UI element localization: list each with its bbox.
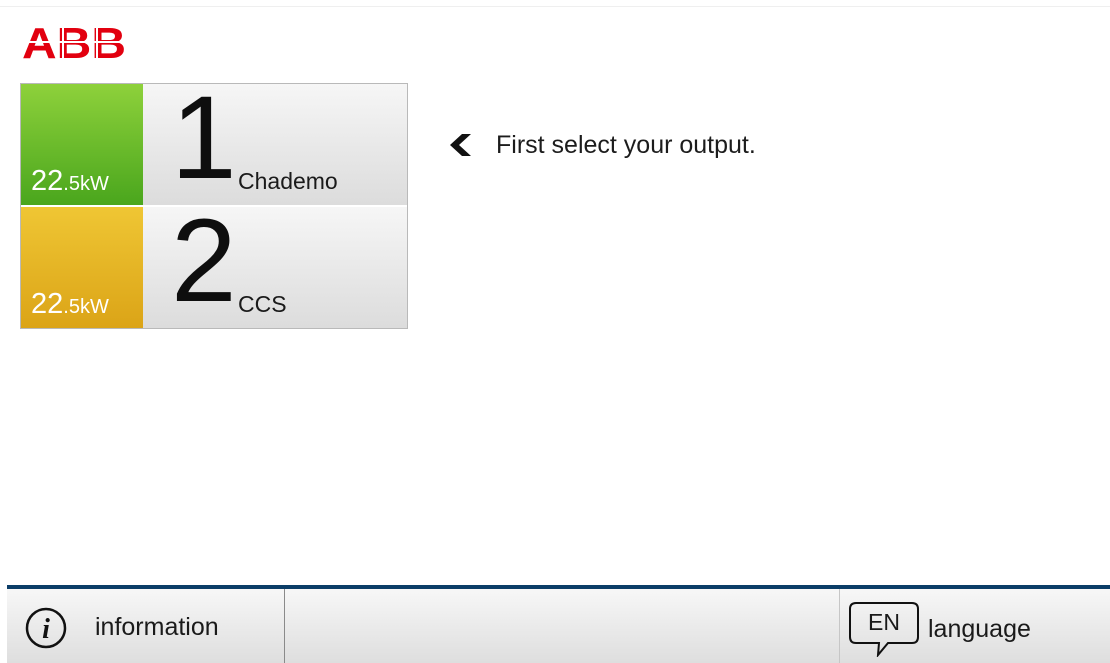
information-button[interactable]: i information (7, 589, 285, 663)
language-button[interactable]: EN language (839, 589, 1110, 663)
output-1-power-value: 22 (31, 165, 64, 197)
top-divider (0, 6, 1110, 7)
instruction-hint: First select your output. (448, 128, 756, 162)
output-2-power-unit: .5kW (63, 296, 109, 318)
output-1-number: 1 (171, 72, 237, 204)
output-2-number: 2 (171, 195, 237, 327)
output-1-power-tile: 22.5kW (21, 84, 143, 205)
output-2-power-tile: 22.5kW (21, 207, 143, 328)
output-selector: 22.5kW 1 Chademo 22.5kW 2 CCS (20, 79, 408, 329)
output-2-power: 22.5kW (31, 288, 109, 321)
svg-text:i: i (42, 614, 50, 645)
output-1-button[interactable]: 22.5kW 1 Chademo (21, 79, 407, 205)
info-icon: i (25, 607, 67, 649)
abb-logo: ABB (22, 19, 128, 68)
language-code: EN (868, 609, 900, 635)
output-2-power-value: 22 (31, 288, 64, 320)
output-1-connector: Chademo (238, 168, 338, 194)
information-label: information (95, 613, 219, 641)
language-label: language (928, 615, 1031, 643)
output-1-power-unit: .5kW (63, 173, 109, 195)
chevron-left-icon (450, 134, 471, 156)
language-badge: EN (848, 601, 920, 657)
output-2-button[interactable]: 22.5kW 2 CCS (21, 202, 407, 328)
output-2-connector: CCS (238, 291, 287, 317)
footer-bar: i information EN language (7, 585, 1110, 663)
instruction-text: First select your output. (496, 130, 756, 159)
output-1-power: 22.5kW (31, 165, 109, 198)
